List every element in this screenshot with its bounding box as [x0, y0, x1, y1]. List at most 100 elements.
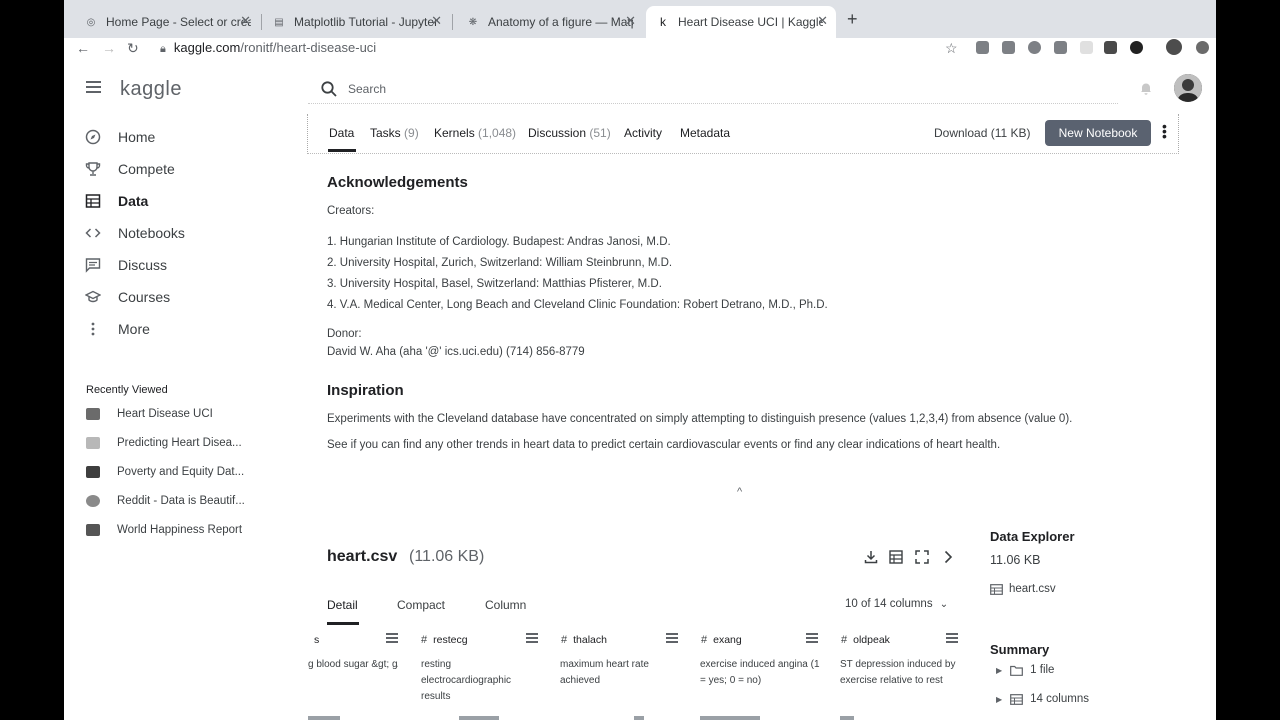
recent-item[interactable]: Reddit - Data is Beautif...: [86, 492, 245, 510]
extension-icon[interactable]: [1028, 41, 1041, 54]
search-bar[interactable]: Search: [308, 74, 1118, 104]
column-menu-icon[interactable]: [666, 633, 678, 643]
data-explorer-size: 11.06 KB: [990, 553, 1041, 567]
recent-item[interactable]: Heart Disease UCI: [86, 405, 213, 423]
code-extension-icon[interactable]: [1104, 41, 1117, 54]
notebook-icon: ▤: [274, 16, 284, 28]
column-histogram: [308, 716, 340, 720]
extension-icon[interactable]: [1130, 41, 1143, 54]
nav-item-more[interactable]: More: [84, 317, 150, 341]
column-menu-icon[interactable]: [946, 633, 958, 643]
column-type-icon: #: [841, 634, 848, 646]
more-vertical-icon: [84, 320, 102, 338]
recent-item[interactable]: Predicting Heart Disea...: [86, 434, 242, 452]
data-explorer-file[interactable]: heart.csv: [990, 583, 1056, 595]
close-icon[interactable]: ✕: [625, 14, 636, 28]
tab-label: Kernels: [434, 126, 475, 140]
fullscreen-icon[interactable]: [915, 550, 929, 564]
menu-icon[interactable]: [1196, 41, 1209, 54]
nav-label: Discuss: [118, 257, 168, 273]
search-input[interactable]: Search: [348, 82, 386, 96]
nav-item-compete[interactable]: Compete: [84, 157, 175, 181]
profile-avatar-icon[interactable]: [1166, 39, 1182, 55]
data-explorer-heading: Data Explorer: [990, 529, 1075, 544]
column-header[interactable]: # thalach: [561, 632, 607, 648]
dataset-thumbnail-icon: [86, 408, 100, 420]
close-icon[interactable]: ✕: [240, 14, 251, 28]
acknowledgements-heading: Acknowledgements: [327, 174, 468, 191]
address-bar[interactable]: 🔒︎ kaggle.com/ronitf/heart-disease-uci: [160, 40, 376, 57]
recent-item[interactable]: Poverty and Equity Dat...: [86, 463, 244, 481]
view-tab-compact[interactable]: Compact: [397, 598, 445, 612]
recent-item[interactable]: World Happiness Report: [86, 521, 242, 539]
summary-columns-row[interactable]: ▶ 14 columns: [996, 693, 1089, 705]
jupyter-icon: ◎: [86, 16, 96, 28]
collapse-chevron-icon[interactable]: ^: [737, 486, 742, 498]
hamburger-menu-icon[interactable]: [86, 81, 101, 93]
view-tab-column[interactable]: Column: [485, 598, 526, 612]
inspiration-paragraph: See if you can find any other trends in …: [327, 439, 1001, 451]
extension-icon[interactable]: [1054, 41, 1067, 54]
user-avatar[interactable]: [1174, 74, 1202, 102]
tab-data[interactable]: Data: [329, 126, 354, 140]
caret-right-icon: ▶: [996, 694, 1003, 704]
browser-tab-anatomy[interactable]: ❋ Anatomy of a figure — Matplo ✕: [456, 6, 644, 38]
browser-tab-matplotlib-tutorial[interactable]: ▤ Matplotlib Tutorial - Jupyter N ✕: [262, 6, 450, 38]
reload-icon[interactable]: ↻: [127, 40, 139, 56]
active-tab-indicator: [328, 149, 356, 152]
nav-item-home[interactable]: Home: [84, 125, 155, 149]
recent-item-label: Heart Disease UCI: [117, 408, 213, 420]
tab-kernels[interactable]: Kernels (1,048): [434, 126, 516, 140]
nav-item-data[interactable]: Data: [84, 189, 148, 213]
compass-icon: [84, 128, 102, 146]
close-icon[interactable]: ✕: [431, 14, 442, 28]
pocket-icon[interactable]: [1080, 41, 1093, 54]
column-name: oldpeak: [853, 634, 890, 646]
new-notebook-button[interactable]: New Notebook: [1045, 120, 1151, 146]
matplotlib-icon: ❋: [468, 16, 478, 28]
column-header[interactable]: # exang: [701, 632, 742, 648]
notification-bell-icon[interactable]: [1139, 81, 1153, 95]
forward-icon[interactable]: →: [102, 40, 116, 56]
tab-tasks[interactable]: Tasks (9): [370, 126, 419, 140]
columns-selector[interactable]: 10 of 14 columns ⌄: [845, 598, 948, 610]
column-header[interactable]: # restecg: [421, 632, 468, 648]
tab-label: Discussion: [528, 126, 587, 140]
code-icon: [84, 224, 102, 242]
download-button[interactable]: Download (11 KB): [934, 126, 1031, 140]
nav-label: Data: [118, 193, 149, 209]
summary-heading: Summary: [990, 642, 1050, 657]
recent-item-label: Poverty and Equity Dat...: [117, 466, 245, 478]
column-menu-icon[interactable]: [806, 633, 818, 643]
nav-item-notebooks[interactable]: Notebooks: [84, 221, 185, 245]
browser-tab-home[interactable]: ◎ Home Page - Select or create ✕: [74, 6, 259, 38]
column-menu-icon[interactable]: [386, 633, 398, 643]
extension-icon[interactable]: [976, 41, 989, 54]
column-menu-icon[interactable]: [526, 633, 538, 643]
column-header[interactable]: s: [308, 632, 319, 648]
nav-item-discuss[interactable]: Discuss: [84, 253, 167, 277]
extension-icon[interactable]: [1002, 41, 1015, 54]
tab-discussion[interactable]: Discussion (51): [528, 126, 611, 140]
chevron-right-icon[interactable]: [941, 550, 955, 564]
table-view-icon[interactable]: [889, 550, 903, 564]
kaggle-logo[interactable]: kaggle: [120, 78, 182, 101]
bookmark-star-icon[interactable]: ☆: [945, 40, 958, 56]
new-tab-button[interactable]: +: [847, 10, 858, 28]
column-header[interactable]: # oldpeak: [841, 632, 890, 648]
tab-title: Home Page - Select or create: [106, 15, 251, 29]
list-item: 1. Hungarian Institute of Cardiology. Bu…: [327, 236, 671, 248]
nav-item-courses[interactable]: Courses: [84, 285, 170, 309]
tab-metadata[interactable]: Metadata: [680, 126, 730, 140]
close-icon[interactable]: ✕: [817, 14, 828, 28]
tab-activity[interactable]: Activity: [624, 126, 662, 140]
more-options-icon[interactable]: • • •: [1162, 119, 1167, 143]
column-description: ST depression induced by exercise relati…: [840, 659, 956, 686]
column-description: resting electrocardiographic results: [421, 659, 512, 702]
download-icon[interactable]: [864, 550, 878, 564]
summary-files-row[interactable]: ▶ 1 file: [996, 664, 1054, 676]
back-icon[interactable]: ←: [76, 40, 90, 56]
view-tab-detail[interactable]: Detail: [327, 598, 358, 612]
summary-label: 14 columns: [1030, 693, 1089, 705]
browser-tab-kaggle[interactable]: k Heart Disease UCI | Kaggle ✕: [646, 6, 836, 38]
